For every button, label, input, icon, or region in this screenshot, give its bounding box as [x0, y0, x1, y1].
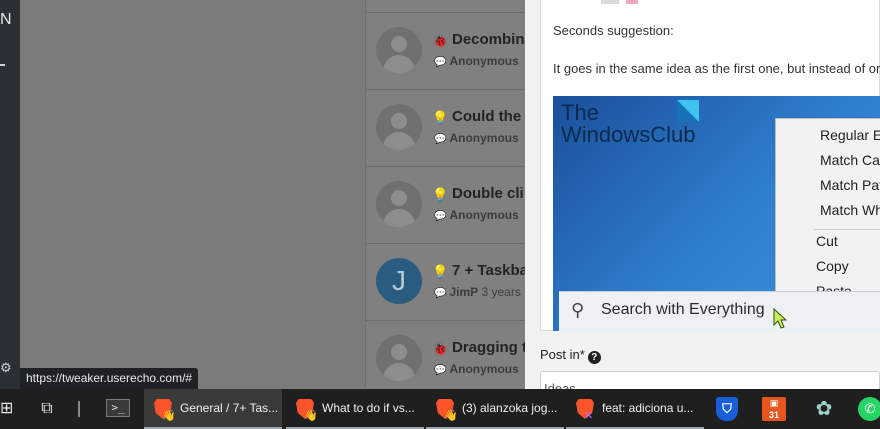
forum-select[interactable]: Ideas — [540, 371, 880, 389]
menu-item: Match Wh — [820, 202, 880, 218]
topic-title[interactable]: 7 + Taskba — [452, 262, 528, 279]
search-bar-image: ⚲ Search with Everything — [559, 291, 880, 331]
strip-divider — [0, 64, 5, 66]
topic-row-partial[interactable] — [366, 0, 535, 12]
gear-icon[interactable]: ⚙ — [0, 360, 12, 376]
left-app-strip: N ⚙ — [0, 0, 20, 389]
topic-row[interactable]: J 💡 7 + Taskba 💬 JimP 3 years — [366, 243, 535, 320]
new-topic-modal: Seconds suggestion: It goes in the same … — [525, 0, 880, 389]
comments-icon: 💬 — [434, 57, 447, 68]
topic-title[interactable]: Decombin — [452, 31, 525, 48]
topic-title[interactable]: Double cli — [452, 185, 524, 202]
topic-row[interactable]: 💡 Double cli 💬 Anonymous — [366, 166, 535, 243]
topic-meta: 💬 Anonymous — [434, 208, 519, 222]
cursor-icon — [773, 308, 787, 329]
hand-icon: 👋 — [304, 410, 318, 422]
bulb-icon: 💡 — [432, 264, 449, 279]
link-url-tooltip: https://tweaker.userecho.com/# — [20, 368, 199, 389]
bug-icon: 🐞 — [432, 33, 449, 48]
avatar — [376, 181, 422, 227]
topic-title[interactable]: Dragging t — [452, 339, 527, 356]
chatgpt-icon[interactable]: ✿ — [812, 397, 836, 421]
calendar-app-icon[interactable]: ▣ 31 — [762, 397, 786, 421]
embedded-screenshot: The WindowsClub Regular Ex Match Cas Mat… — [553, 96, 880, 331]
taskbar-browser-window[interactable]: 👋 (3) alanzoka jog... — [426, 389, 564, 429]
avatar: J — [376, 258, 422, 304]
text-fragment — [626, 0, 638, 4]
topic-meta: 💬 Anonymous — [434, 131, 519, 145]
topic-meta: 💬 JimP 3 years — [434, 285, 521, 299]
menu-divider — [814, 229, 880, 230]
text-fragment — [601, 0, 619, 4]
help-icon[interactable]: ? — [587, 351, 601, 364]
context-menu: Regular Ex Match Cas Match Pat Match Wh … — [775, 118, 880, 302]
bulb-icon: 💡 — [432, 187, 449, 202]
windows-logo-icon — [677, 100, 699, 122]
suggestion-heading: Seconds suggestion: — [553, 23, 674, 38]
taskbar-divider — [78, 401, 80, 417]
search-icon: ⚲ — [571, 300, 585, 320]
menu-item: Match Pat — [820, 177, 880, 193]
taskbar-browser-window[interactable]: 👋 What to do if vs... — [286, 389, 424, 429]
bitwarden-icon[interactable]: ⛉ — [716, 397, 738, 421]
comments-icon: 💬 — [434, 365, 447, 376]
windows-start-icon[interactable]: ⊞ — [0, 389, 13, 429]
topic-row[interactable]: 💡 Could the 💬 Anonymous — [366, 89, 535, 166]
private-window-icon: ✕ — [584, 410, 594, 422]
menu-item: Match Cas — [820, 152, 880, 168]
whatsapp-icon[interactable]: ✆ — [858, 397, 880, 421]
topic-list: 🐞 Decombin 💬 Anonymous 💡 Could the 💬 Anony… — [365, 0, 535, 389]
post-editor[interactable]: Seconds suggestion: It goes in the same … — [540, 0, 880, 331]
hand-icon: 👋 — [162, 410, 176, 422]
taskbar-browser-window[interactable]: ✕ feat: adiciona u... — [566, 389, 704, 429]
brand-text: WindowsClub — [561, 122, 696, 147]
suggestion-paragraph: It goes in the same idea as the first on… — [553, 61, 880, 76]
topic-row[interactable]: 🐞 Decombin 💬 Anonymous — [366, 12, 535, 89]
dimmed-backdrop[interactable] — [20, 0, 365, 389]
comments-icon: 💬 — [434, 211, 447, 222]
avatar — [376, 27, 422, 73]
avatar — [376, 104, 422, 150]
taskbar: ⊞ ⧉ >_ 👋 General / 7+ Tas... 👋 What to d… — [0, 389, 880, 429]
terminal-icon[interactable]: >_ — [106, 399, 130, 417]
bulb-icon: 💡 — [432, 110, 449, 125]
menu-item: Cut — [816, 233, 838, 249]
task-view-icon[interactable]: ⧉ — [36, 389, 58, 429]
topic-meta: 💬 Anonymous — [434, 54, 519, 68]
avatar — [376, 335, 422, 381]
taskbar-browser-window[interactable]: 👋 General / 7+ Tas... — [144, 389, 282, 429]
topic-title[interactable]: Could the — [452, 108, 521, 125]
hand-icon: 👋 — [444, 410, 458, 422]
post-in-label: Post in*? — [540, 347, 601, 364]
bug-icon: 🐞 — [432, 341, 449, 356]
comments-icon: 💬 — [434, 288, 447, 299]
notion-icon[interactable]: N — [0, 10, 12, 30]
search-text: Search with Everything — [601, 301, 765, 318]
topic-meta: 💬 Anonymous — [434, 362, 519, 376]
topic-row[interactable]: 🐞 Dragging t 💬 Anonymous — [366, 320, 535, 389]
menu-item: Regular Ex — [820, 127, 880, 143]
menu-item: Copy — [816, 258, 849, 274]
comments-icon: 💬 — [434, 134, 447, 145]
